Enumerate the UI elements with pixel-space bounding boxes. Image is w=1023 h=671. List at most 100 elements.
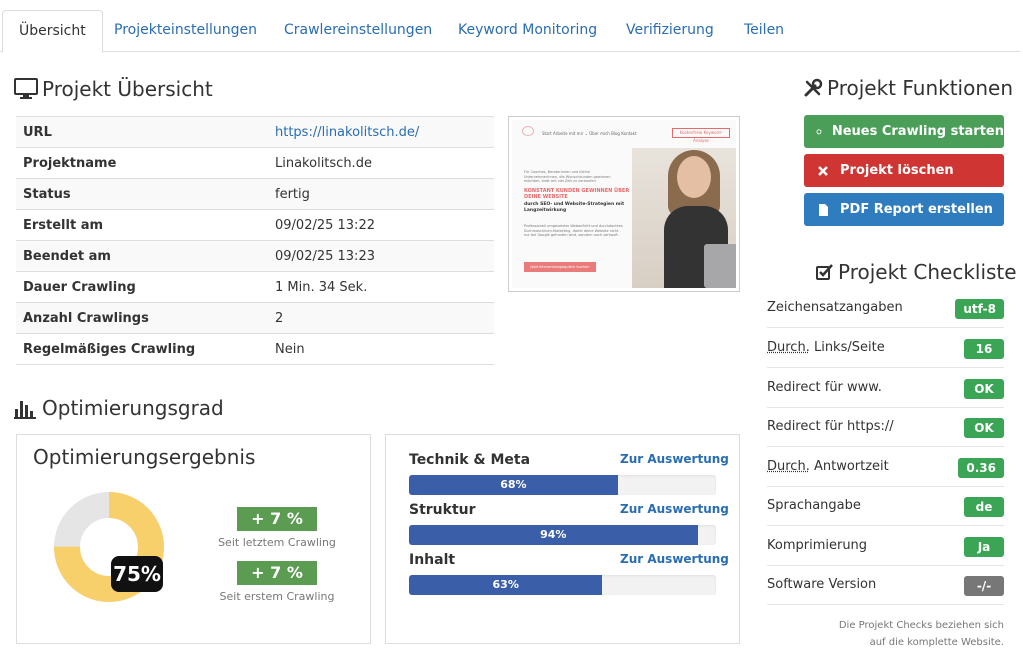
checklist-row: Redirect für https:// OK [767, 407, 1004, 447]
checklist-row: Durch. Links/Seite 16 [767, 328, 1004, 368]
optimization-title: Optimierungsgrad [42, 396, 224, 420]
monitor-icon [14, 78, 38, 99]
abbreviation[interactable]: Durch. [767, 340, 810, 355]
check-label: Sprachangabe [767, 498, 861, 513]
refresh-icon [816, 128, 822, 134]
start-crawling-label: Neues Crawling starten [831, 124, 1004, 139]
file-icon [819, 203, 828, 216]
tab-teilen[interactable]: Teilen [728, 10, 800, 52]
table-row: Beendet am 09/02/25 13:23 [16, 240, 494, 272]
row-value: fertig [275, 186, 310, 202]
checklist-row: Komprimierung Ja [767, 526, 1004, 566]
close-icon [818, 165, 828, 176]
tab-verifizierung[interactable]: Verifizierung [610, 10, 730, 52]
pdf-report-button[interactable]: PDF Report erstellen [804, 193, 1004, 226]
preview-intro: Für Coaches, Beraterinnen und kleine Unt… [524, 170, 611, 183]
inhalt-progress-fill: 63% [409, 575, 603, 595]
functions-heading: Projekt Funktionen [803, 76, 1013, 100]
row-value: Nein [275, 341, 305, 357]
change-last-badge: + 7 % [237, 507, 317, 531]
technik-progress-bar: 68% [409, 475, 716, 495]
tools-icon [804, 78, 823, 97]
project-info-table: URL https://linakolitsch.de/ Projektname L… [16, 116, 494, 365]
inhalt-progress-bar: 63% [409, 575, 716, 595]
checkbox-icon [816, 264, 833, 280]
table-row: Erstellt am 09/02/25 13:22 [16, 209, 494, 241]
check-label: Redirect für https:// [767, 419, 894, 434]
preview-nav: Start Arbeite mit mir ⌄ Über mich Blog K… [542, 131, 637, 136]
change-first-badge: + 7 % [237, 561, 317, 585]
row-value: Linakolitsch.de [275, 155, 372, 171]
functions-title: Projekt Funktionen [827, 76, 1014, 100]
check-label: Redirect für www. [767, 380, 882, 395]
row-key: URL [23, 124, 52, 140]
category-label-technik: Technik & Meta [409, 452, 531, 468]
check-label: Durch. Links/Seite [767, 340, 885, 355]
row-key: Projektname [23, 155, 117, 171]
checklist-row: Software Version -/- [767, 565, 1004, 605]
site-logo [522, 126, 534, 136]
check-label: Zeichensatzangaben [767, 300, 903, 315]
table-row: Anzahl Crawlings 2 [16, 302, 494, 334]
row-value: 2 [275, 310, 284, 326]
row-key: Anzahl Crawlings [23, 310, 149, 326]
check-label: Komprimierung [767, 538, 868, 553]
result-title: Optimierungsergebnis [33, 445, 256, 469]
tab-projekteinstellungen[interactable]: Projekteinstellungen [98, 10, 273, 52]
delete-project-label: Projekt löschen [840, 163, 954, 178]
category-label-struktur: Struktur [409, 502, 476, 518]
checklist-row: Zeichensatzangaben utf-8 [767, 288, 1004, 328]
technik-evaluation-link[interactable]: Zur Auswertung [620, 452, 729, 466]
website-preview: Start Arbeite mit mir ⌄ Über mich Blog K… [512, 120, 736, 288]
row-key: Dauer Crawling [23, 279, 136, 295]
table-row: Status fertig [16, 178, 494, 210]
checklist-heading: Projekt Checkliste [816, 260, 1017, 284]
row-key: Erstellt am [23, 217, 104, 233]
tab-uebersicht[interactable]: Übersicht [2, 10, 103, 53]
category-label-inhalt: Inhalt [409, 552, 456, 568]
overview-heading: Projekt Übersicht [14, 77, 213, 101]
struktur-progress-fill: 94% [409, 525, 698, 545]
struktur-progress-bar: 94% [409, 525, 716, 545]
checklist-row: Sprachangabe de [767, 486, 1004, 526]
preview-cta: Jetzt Kennenlerngespräch buchen [524, 262, 596, 272]
start-crawling-button[interactable]: Neues Crawling starten [804, 115, 1004, 148]
row-key: Status [23, 186, 71, 202]
pdf-report-label: PDF Report erstellen [840, 202, 993, 217]
preview-button: Kostenfreie Keyword-Analyse [672, 128, 730, 143]
row-key: Regelmäßiges Crawling [23, 341, 196, 357]
row-key: Beendet am [23, 248, 111, 264]
check-badge: Ja [964, 537, 1004, 557]
preview-body: Professionell umgesetzter Webauftritt un… [524, 224, 623, 237]
delete-project-button[interactable]: Projekt löschen [804, 154, 1004, 187]
checklist-row: Redirect für www. OK [767, 368, 1004, 408]
inhalt-evaluation-link[interactable]: Zur Auswertung [620, 552, 729, 566]
preview-photo [632, 148, 736, 288]
table-row: URL https://linakolitsch.de/ [16, 116, 494, 148]
website-screenshot[interactable]: Start Arbeite mit mir ⌄ Über mich Blog K… [508, 116, 740, 292]
score-label: 75% [111, 556, 163, 592]
check-label: Software Version [767, 577, 877, 592]
abbreviation[interactable]: Durch. [767, 459, 810, 474]
checklist-note: Die Projekt Checks beziehen sich auf die… [838, 620, 1004, 648]
row-value: 09/02/25 13:23 [275, 248, 375, 264]
project-url-link[interactable]: https://linakolitsch.de/ [275, 125, 419, 140]
tab-keyword-monitoring[interactable]: Keyword Monitoring [442, 10, 613, 52]
checklist-title: Projekt Checkliste [838, 260, 1017, 284]
tab-crawlereinstellungen[interactable]: Crawlereinstellungen [268, 10, 448, 52]
table-row: Projektname Linakolitsch.de [16, 147, 494, 179]
check-badge: OK [964, 418, 1004, 438]
optimization-heading: Optimierungsgrad [14, 396, 224, 420]
tab-bar: Übersicht Projekteinstellungen Crawlerei… [0, 10, 1020, 53]
check-badge: 0.36 [958, 458, 1004, 478]
check-label: Durch. Antwortzeit [767, 459, 889, 474]
row-value: 09/02/25 13:22 [275, 217, 375, 233]
check-badge: utf-8 [955, 299, 1004, 319]
check-badge: 16 [964, 339, 1004, 359]
struktur-evaluation-link[interactable]: Zur Auswertung [620, 502, 729, 516]
change-last-label: Seit letztem Crawling [218, 536, 336, 549]
preview-subline: durch SEO- und Website-Strategien mit La… [524, 202, 625, 213]
check-badge: de [964, 497, 1004, 517]
checklist-row: Durch. Antwortzeit 0.36 [767, 447, 1004, 487]
technik-progress-fill: 68% [409, 475, 618, 495]
